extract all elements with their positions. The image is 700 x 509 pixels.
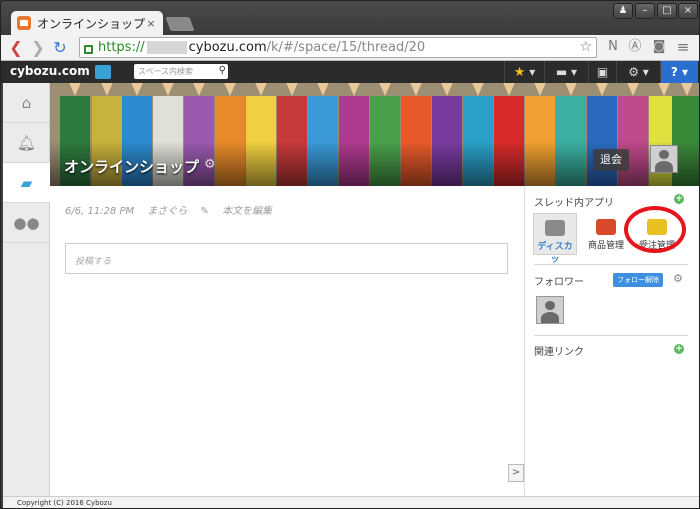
right-panel: スレッド内アプリ + ディスカッ 商品管理 受注管理 フォロワー フォロー解除 … bbox=[525, 186, 699, 496]
edit-body-label: 本文を編集 bbox=[222, 206, 273, 217]
redacted-url-segment bbox=[146, 41, 187, 54]
lock-icon bbox=[84, 44, 93, 54]
search-placeholder: スペース内検索 bbox=[138, 67, 194, 76]
browser-toolbar: ❮ ❯ ↻ https:// cybozu.com /k/#/space/15/… bbox=[1, 35, 699, 61]
avatar[interactable] bbox=[650, 145, 678, 173]
app-product-management[interactable]: 商品管理 bbox=[584, 213, 628, 255]
site-favicon-icon bbox=[17, 16, 31, 30]
add-link-icon[interactable]: + bbox=[674, 344, 684, 354]
post-timestamp: 6/6, 11:28 PM bbox=[65, 206, 135, 217]
person-icon bbox=[651, 146, 677, 172]
favorites-star-icon[interactable]: ★ ▾ bbox=[504, 61, 544, 83]
sidebar-item-notifications[interactable]: 🔔︎ bbox=[3, 123, 50, 163]
home-icon: ⌂ bbox=[21, 93, 32, 112]
apps-heading: スレッド内アプリ bbox=[534, 198, 614, 209]
tab-title: オンラインショップ bbox=[37, 16, 145, 31]
highlight-circle bbox=[624, 206, 686, 253]
pencil-icon: ✎ bbox=[200, 206, 209, 217]
follower-avatar[interactable] bbox=[536, 296, 564, 324]
url-host: cybozu.com bbox=[188, 40, 267, 55]
camera-icon[interactable]: ◙ bbox=[651, 39, 667, 55]
tab-close-icon[interactable]: × bbox=[145, 17, 157, 30]
unfollow-button[interactable]: フォロー解除 bbox=[613, 273, 663, 287]
expand-panel-button[interactable]: > bbox=[508, 464, 524, 482]
settings-gear-icon[interactable]: ⚙ ▾ bbox=[616, 61, 660, 83]
help-label: ? bbox=[670, 65, 678, 79]
help-button[interactable]: ? ▾ bbox=[660, 61, 698, 83]
leave-button[interactable]: 退会 bbox=[593, 149, 629, 171]
thread-main: 6/6, 11:28 PM まさぐら ✎ 本文を編集 投稿する > bbox=[50, 186, 525, 496]
bell-icon: 🔔︎ bbox=[16, 133, 37, 152]
follower-settings-gear-icon[interactable]: ⚙ bbox=[673, 272, 683, 285]
followers-heading: フォロワー bbox=[534, 277, 584, 288]
discussion-icon bbox=[545, 220, 565, 236]
app-header: cybozu.com スペース内検索 ⚲ ★ ▾ ▬ ▾ ▣ ⚙ ▾ ? ▾ bbox=[1, 61, 699, 83]
edit-body-link[interactable]: ✎ 本文を編集 bbox=[200, 206, 282, 217]
footer: Copyright (C) 2016 Cybozu bbox=[3, 496, 699, 508]
space-banner: オンラインショップ ⚙ 退会 bbox=[50, 83, 699, 186]
product-icon bbox=[596, 219, 616, 235]
bookmark-star-icon[interactable]: ☆ bbox=[579, 39, 592, 55]
address-bar[interactable]: https:// cybozu.com /k/#/space/15/thread… bbox=[79, 37, 597, 58]
notifications-chat-icon[interactable]: ▬ ▾ bbox=[544, 61, 588, 83]
user-icon[interactable]: ♟ bbox=[613, 3, 633, 19]
user-profile-icon[interactable]: ▣ bbox=[588, 61, 616, 83]
url-path: /k/#/space/15/thread/20 bbox=[266, 40, 426, 55]
cybozu-logo[interactable]: cybozu.com bbox=[10, 64, 90, 78]
menu-icon[interactable]: ≡ bbox=[675, 39, 691, 55]
space-title: オンラインショップ bbox=[64, 158, 200, 176]
sidebar-item-messages[interactable]: ▰ bbox=[3, 163, 50, 203]
close-icon[interactable]: × bbox=[678, 3, 698, 19]
forward-icon[interactable]: ❯ bbox=[27, 37, 49, 59]
url-scheme: https:// bbox=[98, 40, 145, 55]
divider bbox=[534, 264, 688, 265]
minimize-icon[interactable]: – bbox=[635, 3, 655, 19]
app-label: 商品管理 bbox=[587, 241, 624, 251]
search-icon[interactable]: ⚲ bbox=[219, 65, 226, 76]
bird-logo-icon[interactable] bbox=[95, 65, 111, 79]
app-label: ディスカッ bbox=[537, 242, 573, 265]
person-icon bbox=[537, 297, 563, 323]
post-input[interactable]: 投稿する bbox=[65, 243, 508, 274]
add-app-icon[interactable]: + bbox=[674, 194, 684, 204]
divider bbox=[534, 335, 688, 336]
browser-window: オンラインショップ × ♟ – □ × ❮ ❯ ↻ https:// cyboz… bbox=[0, 0, 700, 509]
left-sidebar: ⌂ 🔔︎ ▰ ●● bbox=[3, 83, 50, 496]
related-links-heading: 関連リンク bbox=[534, 347, 584, 358]
app-discussion[interactable]: ディスカッ bbox=[533, 213, 577, 265]
space-search-input[interactable]: スペース内検索 ⚲ bbox=[134, 64, 228, 79]
thread-meta: 6/6, 11:28 PM まさぐら ✎ 本文を編集 bbox=[65, 202, 292, 217]
new-tab-button[interactable] bbox=[165, 17, 195, 31]
space-settings-gear-icon[interactable]: ⚙ bbox=[204, 157, 216, 172]
extension-n-icon[interactable]: N bbox=[605, 39, 621, 55]
maximize-icon[interactable]: □ bbox=[657, 3, 677, 19]
back-icon[interactable]: ❮ bbox=[5, 37, 27, 59]
post-author[interactable]: まさぐら bbox=[147, 206, 187, 217]
tab-strip: オンラインショップ × ♟ – □ × bbox=[1, 1, 699, 35]
chat-icon: ▰ bbox=[20, 173, 33, 192]
people-icon: ●● bbox=[13, 213, 40, 232]
browser-tab[interactable]: オンラインショップ × bbox=[11, 11, 163, 35]
extension-a-icon[interactable]: Ⓐ bbox=[627, 39, 643, 55]
sidebar-item-people[interactable]: ●● bbox=[3, 203, 50, 243]
reload-icon[interactable]: ↻ bbox=[49, 37, 71, 59]
sidebar-item-home[interactable]: ⌂ bbox=[3, 83, 50, 123]
